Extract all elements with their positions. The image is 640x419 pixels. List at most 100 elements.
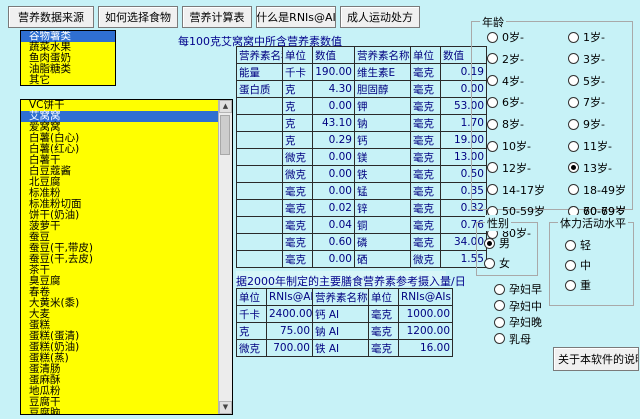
nutrition-cell: 克 bbox=[282, 80, 313, 98]
nutrition-cell: 钠 bbox=[354, 114, 411, 132]
age-option-radio[interactable]: 10岁- bbox=[487, 138, 531, 154]
nutrition-cell: 毫克 bbox=[282, 216, 313, 234]
rni-cell: 千卡 bbox=[236, 305, 267, 323]
radio-unselected-icon bbox=[565, 239, 576, 251]
radio-unselected-icon bbox=[568, 140, 579, 152]
radio-unselected-icon bbox=[487, 31, 498, 43]
nutrition-cell bbox=[236, 199, 283, 217]
radio-unselected-icon bbox=[487, 162, 498, 174]
nutrition-cell: 0.00 bbox=[312, 165, 355, 183]
about-software-button[interactable]: 关于本软件的说明 bbox=[553, 347, 639, 371]
nutrition-cell: 毫克 bbox=[410, 97, 441, 115]
nutrition-row: 能量 千卡 190.00 维生素E 毫克 0.19 bbox=[236, 63, 487, 81]
age-option-radio[interactable]: 3岁- bbox=[568, 51, 605, 67]
pregnancy-option-radio[interactable]: 孕妇中 bbox=[494, 298, 542, 314]
nutrition-calc-table-button[interactable]: 营养计算表 bbox=[182, 6, 252, 28]
radio-unselected-icon bbox=[565, 279, 576, 291]
nutrition-cell: 能量 bbox=[236, 63, 283, 81]
nutrition-cell: 0.00 bbox=[312, 250, 355, 268]
food-list-item[interactable]: 大麦 bbox=[21, 309, 232, 320]
food-list-item[interactable]: 豆腐脑 bbox=[21, 408, 232, 415]
nutrition-row: 蛋白质克 4.30 胆固醇 毫克 0.00 bbox=[236, 80, 487, 98]
age-option-radio[interactable]: 11岁- bbox=[568, 138, 612, 154]
age-option-radio-label: 18-49岁 bbox=[583, 183, 626, 197]
activity-level-radio[interactable]: 重 bbox=[565, 277, 591, 293]
nutrition-source-button[interactable]: 营养数据来源 bbox=[8, 6, 94, 28]
age-option-radio[interactable]: 2岁- bbox=[487, 51, 524, 67]
gender-male-radio[interactable]: 男 bbox=[484, 235, 510, 251]
nutrition-cell: 蛋白质 bbox=[236, 80, 283, 98]
age-option-radio[interactable]: 7岁- bbox=[568, 94, 605, 110]
what-is-rni-button[interactable]: 什么是RNIs@AI bbox=[256, 6, 336, 28]
scroll-thumb[interactable] bbox=[220, 115, 230, 155]
nutrition-cell: 0.00 bbox=[312, 97, 355, 115]
nutrition-cell: 0.02 bbox=[312, 199, 355, 217]
gender-male-label: 男 bbox=[499, 237, 510, 250]
age-option-radio[interactable]: 8岁- bbox=[487, 116, 524, 132]
nutrition-cell: 维生素E bbox=[354, 63, 411, 81]
age-option-radio[interactable]: 6岁- bbox=[487, 94, 524, 110]
age-option-radio[interactable]: 1岁- bbox=[568, 29, 605, 45]
nutrition-cell: 镁 bbox=[354, 148, 411, 166]
age-option-radio[interactable]: 14-17岁 bbox=[487, 182, 545, 198]
rni-header-row: 单位RNIs@AIs营养素名称单位RNIs@AIs bbox=[236, 288, 453, 306]
rni-header-cell: RNIs@AIs bbox=[266, 288, 313, 306]
pregnancy-option-radio[interactable]: 孕妇晚 bbox=[494, 314, 542, 330]
nutrition-cell bbox=[236, 182, 283, 200]
nutrition-cell: 克 bbox=[282, 131, 313, 149]
radio-unselected-icon bbox=[568, 118, 579, 130]
nutrition-row: 毫克 0.00 硒微克 1.55 bbox=[236, 250, 487, 268]
radio-unselected-icon bbox=[568, 53, 579, 65]
nutrition-cell: 微克 bbox=[282, 148, 313, 166]
age-option-radio-label: 5岁- bbox=[583, 74, 605, 88]
radio-unselected-icon bbox=[484, 257, 495, 269]
adult-exercise-button[interactable]: 成人运动处方 bbox=[340, 6, 420, 28]
rni-cell: 克 bbox=[236, 322, 267, 340]
age-option-radio[interactable]: 4岁- bbox=[487, 73, 524, 89]
age-option-radio[interactable]: 5岁- bbox=[568, 73, 605, 89]
rni-cell: 1200.00 bbox=[398, 322, 453, 340]
age-group-title: 年龄 bbox=[480, 14, 506, 30]
food-list-item[interactable]: 菠萝干 bbox=[21, 221, 232, 232]
food-category-list[interactable]: 谷物薯类 蔬菜水果 鱼肉蛋奶 油脂糖类 其它 bbox=[20, 30, 116, 86]
pregnancy-option-radio[interactable]: 孕妇早 bbox=[494, 281, 542, 297]
radio-unselected-icon bbox=[568, 31, 579, 43]
radio-unselected-icon bbox=[487, 75, 498, 87]
radio-unselected-icon bbox=[487, 53, 498, 65]
radio-unselected-icon bbox=[494, 316, 505, 328]
scroll-up-icon[interactable]: ▲ bbox=[219, 100, 232, 113]
age-option-radio[interactable]: 0岁- bbox=[487, 29, 524, 45]
nutrition-cell: 硒 bbox=[354, 250, 411, 268]
nutrition-cell: 克 bbox=[282, 97, 313, 115]
nutrition-header-cell: 营养素名称 bbox=[354, 46, 411, 64]
age-option-radio[interactable]: 9岁- bbox=[568, 116, 605, 132]
scroll-down-icon[interactable]: ▼ bbox=[219, 401, 232, 414]
gender-female-radio[interactable]: 女 bbox=[484, 255, 510, 271]
food-list-item[interactable]: 臭豆腐 bbox=[21, 276, 232, 287]
rni-header-cell: 营养素名称 bbox=[312, 288, 369, 306]
food-list-scrollbar[interactable]: ▲ ▼ bbox=[218, 100, 232, 414]
nutrition-cell: 43.10 bbox=[312, 114, 355, 132]
pregnancy-option-radio[interactable]: 乳母 bbox=[494, 331, 531, 347]
nutrition-cell bbox=[236, 97, 283, 115]
rni-cell: 2400.00 bbox=[266, 305, 313, 323]
nutrition-row: 毫克 0.00 锰毫克 0.35 bbox=[236, 182, 487, 200]
nutrition-header-cell: 数值 bbox=[312, 46, 355, 64]
age-option-radio[interactable]: 18-49岁 bbox=[568, 182, 626, 198]
food-list-item[interactable]: 大黄米(黍) bbox=[21, 298, 232, 309]
food-list-item[interactable]: 蚕豆(干,去皮) bbox=[21, 254, 232, 265]
food-item-list[interactable]: VC饼干 艾窝窝 爱窝窝 白薯(白心) 白薯(红心) 白薯干 白豆蔻酱 北豆腐 标准粉 标准粉切面… bbox=[20, 99, 233, 415]
activity-level-radio[interactable]: 中 bbox=[565, 257, 591, 273]
radio-unselected-icon bbox=[487, 184, 498, 196]
category-item[interactable]: 其它 bbox=[21, 75, 115, 86]
nutrition-cell bbox=[236, 233, 283, 251]
age-option-radio[interactable]: 13岁- bbox=[568, 160, 612, 176]
activity-level-title: 体力活动水平 bbox=[558, 215, 628, 231]
nutrition-cell: 4.30 bbox=[312, 80, 355, 98]
nutrition-cell: 铁 bbox=[354, 165, 411, 183]
age-option-radio[interactable]: 12岁- bbox=[487, 160, 531, 176]
how-to-choose-food-button[interactable]: 如何选择食物 bbox=[98, 6, 178, 28]
activity-level-radio[interactable]: 轻 bbox=[565, 237, 591, 253]
radio-unselected-icon bbox=[494, 333, 505, 344]
radio-selected-icon bbox=[484, 237, 495, 249]
